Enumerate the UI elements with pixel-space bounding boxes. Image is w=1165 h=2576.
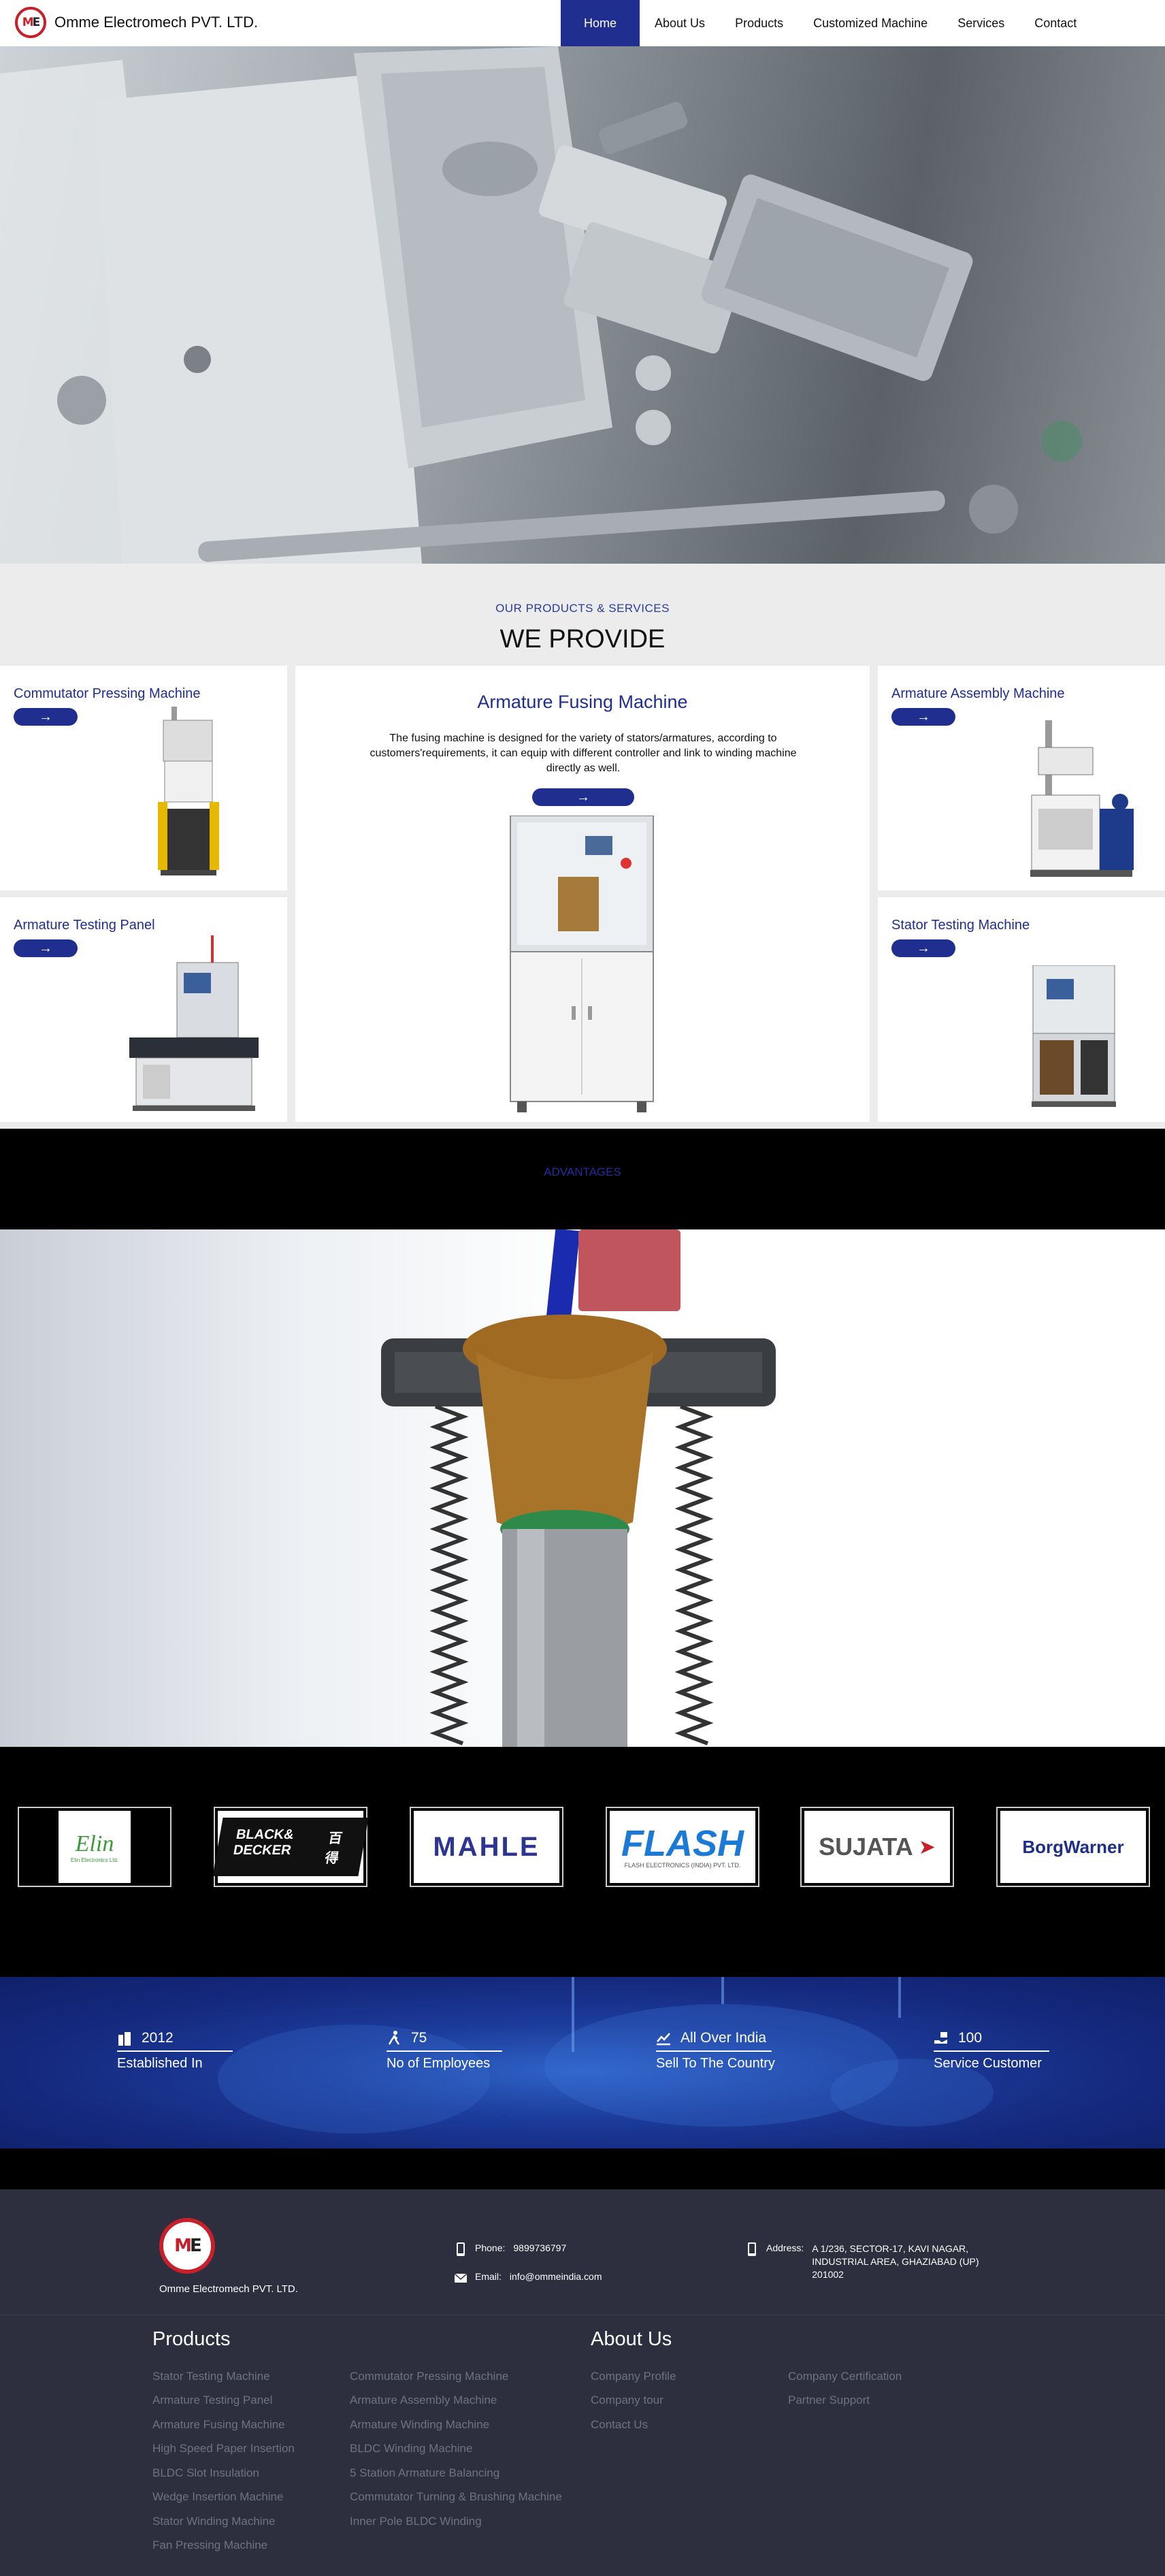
- stat-value: 75: [411, 2030, 427, 2046]
- footer-link[interactable]: Commutator Turning & Brushing Machine: [350, 2490, 562, 2504]
- footer-link[interactable]: Partner Support: [788, 2394, 870, 2407]
- client-logo-elin[interactable]: Elin Elin Electronics Ltd.: [18, 1807, 171, 1887]
- stat-country: All Over India Sell To The Country: [656, 2030, 775, 2072]
- arrow-right-icon[interactable]: →: [891, 708, 955, 726]
- phone-icon: [748, 2242, 756, 2256]
- card-title[interactable]: Stator Testing Machine: [891, 918, 1030, 933]
- building-icon: [118, 2032, 131, 2046]
- stat-label: Sell To The Country: [656, 2056, 775, 2071]
- footer-link[interactable]: Contact Us: [591, 2418, 648, 2432]
- stat-value: All Over India: [680, 2030, 767, 2046]
- footer-products-heading: Products: [152, 2328, 231, 2350]
- footer-link[interactable]: Company Certification: [788, 2370, 902, 2383]
- armature-testing-panel-image: [129, 935, 259, 1111]
- footer-link[interactable]: 5 Station Armature Balancing: [350, 2466, 499, 2480]
- footer-link[interactable]: Stator Winding Machine: [152, 2515, 275, 2528]
- card-description: The fusing machine is designed for the v…: [370, 732, 797, 774]
- arrow-right-icon[interactable]: →: [14, 708, 78, 726]
- stats-section: 2012 Established In 75 No of Employees A…: [0, 1977, 1165, 2148]
- card-title[interactable]: Commutator Pressing Machine: [14, 686, 201, 702]
- client-logo-black-decker[interactable]: BLACK& DECKER 百得: [212, 1807, 369, 1887]
- advantages-product-image: [0, 1229, 1165, 1747]
- products-services-section: OUR PRODUCTS & SERVICES WE PROVIDE Commu…: [0, 564, 1165, 1129]
- footer-email: Email: info@ommeindia.com: [455, 2271, 602, 2285]
- arrow-right-icon[interactable]: →: [532, 788, 634, 806]
- footer-link[interactable]: Armature Winding Machine: [350, 2418, 489, 2432]
- hand-holding-icon: [934, 2032, 947, 2044]
- stat-label: Service Customer: [934, 2056, 1042, 2071]
- footer-link[interactable]: Commutator Pressing Machine: [350, 2370, 508, 2383]
- arrow-right-icon[interactable]: →: [14, 939, 78, 957]
- footer-company-name: Omme Electromech PVT. LTD.: [159, 2283, 298, 2295]
- top-navbar: ME Omme Electromech PVT. LTD. Home About…: [0, 0, 1165, 46]
- stat-customers: 100 Service Customer: [934, 2030, 1049, 2072]
- footer-link[interactable]: Company Profile: [591, 2370, 676, 2383]
- brand-name[interactable]: Omme Electromech PVT. LTD.: [54, 14, 258, 31]
- card-armature-testing[interactable]: Armature Testing Panel →: [0, 897, 287, 1122]
- footer-phone: Phone: 9899736797: [455, 2242, 566, 2256]
- stat-value: 2012: [142, 2030, 174, 2046]
- stat-established: 2012 Established In: [117, 2030, 233, 2072]
- card-stator-testing[interactable]: Stator Testing Machine →: [878, 897, 1165, 1122]
- phone-icon: [457, 2242, 465, 2256]
- card-title[interactable]: Armature Fusing Machine: [295, 692, 870, 713]
- advantages-section: ADVANTAGES: [0, 1129, 1165, 1229]
- section-subtitle: OUR PRODUCTS & SERVICES: [495, 602, 670, 615]
- client-logo-borgwarner[interactable]: BorgWarner: [996, 1807, 1150, 1887]
- hero-machine-image: [0, 46, 1165, 564]
- stat-label: Established In: [117, 2056, 203, 2071]
- footer-link[interactable]: BLDC Winding Machine: [350, 2442, 472, 2456]
- company-logo[interactable]: ME: [15, 7, 46, 38]
- footer: ME Omme Electromech PVT. LTD. Phone: 989…: [0, 2189, 1165, 2576]
- nav-customized-machine[interactable]: Customized Machine: [798, 0, 942, 46]
- card-commutator-pressing[interactable]: Commutator Pressing Machine →: [0, 666, 287, 890]
- card-armature-assembly[interactable]: Armature Assembly Machine →: [878, 666, 1165, 890]
- phone-number[interactable]: 9899736797: [513, 2242, 566, 2253]
- address-text: A 1/236, SECTOR-17, KAVI NAGAR, INDUSTRI…: [812, 2243, 979, 2280]
- footer-link[interactable]: High Speed Paper Insertion: [152, 2442, 295, 2456]
- nav-about-us[interactable]: About Us: [640, 0, 720, 46]
- footer-link[interactable]: Wedge Insertion Machine: [152, 2490, 283, 2504]
- footer-about-heading: About Us: [591, 2328, 672, 2350]
- fusing-machine-image: [510, 816, 654, 1112]
- assembly-machine-image: [1030, 720, 1134, 877]
- footer-link[interactable]: Stator Testing Machine: [152, 2370, 270, 2383]
- footer-link[interactable]: Fan Pressing Machine: [152, 2539, 267, 2552]
- footer-logo[interactable]: ME: [159, 2218, 215, 2274]
- section-title: WE PROVIDE: [499, 625, 666, 654]
- footer-link[interactable]: Armature Assembly Machine: [350, 2394, 497, 2407]
- client-logo-flash[interactable]: FLASH FLASH ELECTRONICS (INDIA) PVT. LTD…: [606, 1807, 759, 1887]
- stat-label: No of Employees: [387, 2056, 491, 2071]
- chart-line-icon: [657, 2033, 670, 2046]
- nav-home[interactable]: Home: [561, 0, 640, 46]
- hero-machine-illustration: [0, 46, 1082, 564]
- client-logo-mahle[interactable]: MAHLE: [410, 1807, 563, 1887]
- card-title[interactable]: Armature Assembly Machine: [891, 686, 1065, 702]
- person-running-icon: [388, 2031, 400, 2045]
- commutator-machine-image: [158, 707, 219, 875]
- stator-testing-machine-image: [1032, 965, 1116, 1107]
- card-armature-fusing[interactable]: Armature Fusing Machine The fusing machi…: [295, 666, 870, 1122]
- envelope-icon: [455, 2273, 467, 2283]
- advantages-label: ADVANTAGES: [544, 1165, 621, 1178]
- footer-address: Address: A 1/236, SECTOR-17, KAVI NAGAR,…: [746, 2242, 982, 2281]
- nav-products[interactable]: Products: [720, 0, 798, 46]
- email-address[interactable]: info@ommeindia.com: [510, 2271, 602, 2282]
- spring-assembly-illustration: [381, 1229, 776, 1747]
- stat-value: 100: [958, 2030, 983, 2046]
- stat-employees: 75 No of Employees: [387, 2030, 502, 2072]
- footer-link[interactable]: BLDC Slot Insulation: [152, 2466, 259, 2480]
- footer-link[interactable]: Armature Testing Panel: [152, 2394, 272, 2407]
- footer-link[interactable]: Armature Fusing Machine: [152, 2418, 285, 2432]
- footer-link[interactable]: Company tour: [591, 2394, 663, 2407]
- client-logo-sujata[interactable]: SUJATA ➤: [800, 1807, 954, 1887]
- footer-link[interactable]: Inner Pole BLDC Winding: [350, 2515, 482, 2528]
- nav-services[interactable]: Services: [942, 0, 1019, 46]
- card-title[interactable]: Armature Testing Panel: [14, 918, 155, 933]
- clients-logos-section: Elin Elin Electronics Ltd. BLACK& DECKER…: [0, 1747, 1165, 1977]
- nav-contact[interactable]: Contact: [1019, 0, 1092, 46]
- arrow-right-icon[interactable]: →: [891, 939, 955, 957]
- main-menu: Home About Us Products Customized Machin…: [561, 0, 1092, 46]
- brand[interactable]: ME Omme Electromech PVT. LTD.: [15, 7, 258, 38]
